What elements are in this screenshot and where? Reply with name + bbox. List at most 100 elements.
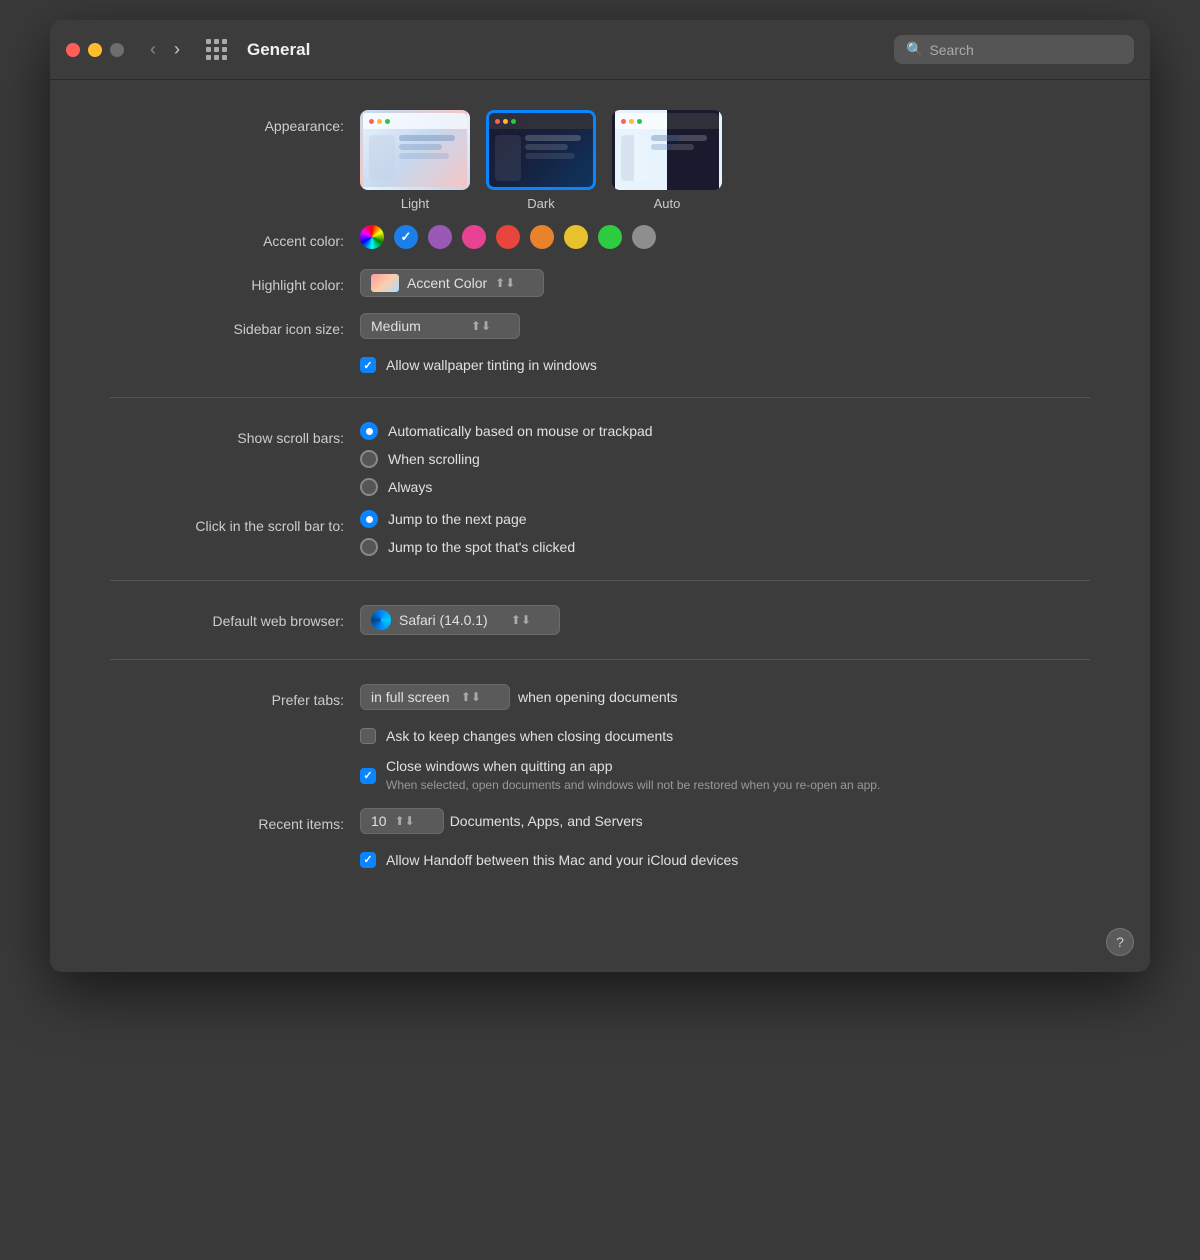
appearance-auto[interactable]: Auto — [612, 110, 722, 211]
prefer-tabs-dropdown-wrapper: in full screen ⬆⬇ — [360, 684, 510, 710]
close-windows-checkbox[interactable]: ✓ — [360, 768, 376, 784]
jump-spot-radio[interactable] — [360, 538, 378, 556]
sidebar-icon-size-row: Sidebar icon size: Medium ⬆⬇ — [110, 313, 1090, 343]
appearance-dark[interactable]: Dark — [486, 110, 596, 211]
prefer-tabs-label: Prefer tabs: — [110, 684, 360, 714]
accent-yellow[interactable] — [564, 225, 588, 249]
recent-items-chevron-icon: ⬆⬇ — [395, 814, 415, 828]
tabs-section: Prefer tabs: in full screen ⬆⬇ when open… — [110, 684, 1090, 868]
nav-buttons: ‹ › — [144, 35, 186, 64]
wallpaper-tinting-checkbox-row: ✓ Allow wallpaper tinting in windows — [360, 357, 597, 373]
back-button[interactable]: ‹ — [144, 35, 162, 64]
click-scroll-bar-row: Click in the scroll bar to: Jump to the … — [110, 510, 1090, 556]
light-thumb — [360, 110, 470, 190]
show-scroll-bars-label: Show scroll bars: — [110, 422, 360, 452]
accent-green[interactable] — [598, 225, 622, 249]
scroll-auto-radio[interactable] — [360, 422, 378, 440]
search-input[interactable] — [929, 42, 1122, 58]
search-icon: 🔍 — [906, 41, 923, 58]
default-browser-row: Default web browser: Safari (14.0.1) ⬆⬇ — [110, 605, 1090, 635]
close-button[interactable] — [66, 43, 80, 57]
sidebar-icon-size-dropdown[interactable]: Medium ⬆⬇ — [360, 313, 520, 339]
search-bar[interactable]: 🔍 — [894, 35, 1134, 64]
help-button[interactable]: ? — [1106, 928, 1134, 956]
highlight-swatch — [371, 274, 399, 292]
light-label: Light — [401, 196, 429, 211]
handoff-checkbox-row: ✓ Allow Handoff between this Mac and you… — [360, 852, 738, 868]
accent-pink[interactable] — [462, 225, 486, 249]
grid-icon[interactable] — [206, 39, 227, 60]
recent-items-label: Recent items: — [110, 808, 360, 838]
ask-keep-checkbox-row: Ask to keep changes when closing documen… — [360, 728, 673, 744]
close-windows-label — [110, 758, 360, 760]
ask-keep-row: Ask to keep changes when closing documen… — [110, 728, 1090, 744]
prefer-tabs-inline: in full screen ⬆⬇ when opening documents — [360, 684, 678, 710]
handoff-row: ✓ Allow Handoff between this Mac and you… — [110, 852, 1090, 868]
highlight-color-dropdown[interactable]: Accent Color ⬆⬇ — [360, 269, 544, 297]
default-browser-value: Safari (14.0.1) — [399, 612, 488, 628]
highlight-color-row: Highlight color: Accent Color ⬆⬇ — [110, 269, 1090, 299]
highlight-chevron-icon: ⬆⬇ — [495, 276, 515, 290]
handoff-control: ✓ Allow Handoff between this Mac and you… — [360, 852, 1090, 868]
ask-keep-checkbox[interactable] — [360, 728, 376, 744]
handoff-label — [110, 852, 360, 854]
scroll-always-radio[interactable] — [360, 478, 378, 496]
highlight-color-value: Accent Color — [407, 275, 487, 291]
jump-next-radio[interactable] — [360, 510, 378, 528]
safari-icon — [371, 610, 391, 630]
fullscreen-button[interactable] — [110, 43, 124, 57]
close-windows-row: ✓ Close windows when quitting an app Whe… — [110, 758, 1090, 794]
scroll-always-row: Always — [360, 478, 653, 496]
jump-next-label: Jump to the next page — [388, 511, 527, 527]
jump-spot-label: Jump to the spot that's clicked — [388, 539, 575, 555]
wallpaper-tinting-control: ✓ Allow wallpaper tinting in windows — [360, 357, 1090, 373]
scroll-when-scrolling-radio[interactable] — [360, 450, 378, 468]
recent-items-row: Recent items: 10 ⬆⬇ Documents, Apps, and… — [110, 808, 1090, 838]
divider-3 — [110, 659, 1090, 660]
recent-items-control: 10 ⬆⬇ Documents, Apps, and Servers — [360, 808, 1090, 834]
scroll-auto-label: Automatically based on mouse or trackpad — [388, 423, 653, 439]
recent-items-stepper-wrapper: 10 ⬆⬇ — [360, 808, 444, 834]
auto-label: Auto — [654, 196, 681, 211]
close-windows-text-group: Close windows when quitting an app When … — [386, 758, 880, 794]
browser-section: Default web browser: Safari (14.0.1) ⬆⬇ — [110, 605, 1090, 635]
close-windows-text: Close windows when quitting an app — [386, 758, 880, 774]
prefer-tabs-control: in full screen ⬆⬇ when opening documents — [360, 684, 1090, 710]
appearance-section: Appearance: — [110, 110, 1090, 373]
sidebar-icon-size-control: Medium ⬆⬇ — [360, 313, 1090, 339]
page-title: General — [247, 40, 310, 60]
wallpaper-tinting-checkbox[interactable]: ✓ — [360, 357, 376, 373]
appearance-control: Light — [360, 110, 1090, 211]
check-icon-3: ✓ — [363, 853, 372, 866]
sidebar-size-chevron-icon: ⬆⬇ — [471, 319, 491, 333]
scroll-when-scrolling-row: When scrolling — [360, 450, 653, 468]
accent-color-control — [360, 225, 1090, 249]
prefer-tabs-suffix: when opening documents — [518, 689, 678, 705]
sidebar-icon-size-label: Sidebar icon size: — [110, 313, 360, 343]
main-window: ‹ › General 🔍 Appearance: — [50, 20, 1150, 972]
highlight-color-control: Accent Color ⬆⬇ — [360, 269, 1090, 297]
scroll-when-scrolling-label: When scrolling — [388, 451, 480, 467]
recent-items-suffix: Documents, Apps, and Servers — [450, 813, 643, 829]
forward-button[interactable]: › — [168, 35, 186, 64]
browser-chevron-icon: ⬆⬇ — [511, 613, 531, 627]
divider-1 — [110, 397, 1090, 398]
minimize-button[interactable] — [88, 43, 102, 57]
auto-thumb — [612, 110, 722, 190]
default-browser-control: Safari (14.0.1) ⬆⬇ — [360, 605, 1090, 635]
accent-multicolor[interactable] — [360, 225, 384, 249]
handoff-checkbox[interactable]: ✓ — [360, 852, 376, 868]
prefer-tabs-dropdown[interactable]: in full screen ⬆⬇ — [360, 684, 510, 710]
accent-orange[interactable] — [530, 225, 554, 249]
show-scroll-bars-group: Automatically based on mouse or trackpad… — [360, 422, 653, 496]
click-scroll-bar-control: Jump to the next page Jump to the spot t… — [360, 510, 1090, 556]
recent-items-stepper[interactable]: 10 ⬆⬇ — [360, 808, 444, 834]
default-browser-dropdown[interactable]: Safari (14.0.1) ⬆⬇ — [360, 605, 560, 635]
accent-colors — [360, 225, 656, 249]
accent-red[interactable] — [496, 225, 520, 249]
sidebar-icon-size-value: Medium — [371, 318, 421, 334]
appearance-light[interactable]: Light — [360, 110, 470, 211]
accent-purple[interactable] — [428, 225, 452, 249]
accent-blue[interactable] — [394, 225, 418, 249]
accent-graphite[interactable] — [632, 225, 656, 249]
